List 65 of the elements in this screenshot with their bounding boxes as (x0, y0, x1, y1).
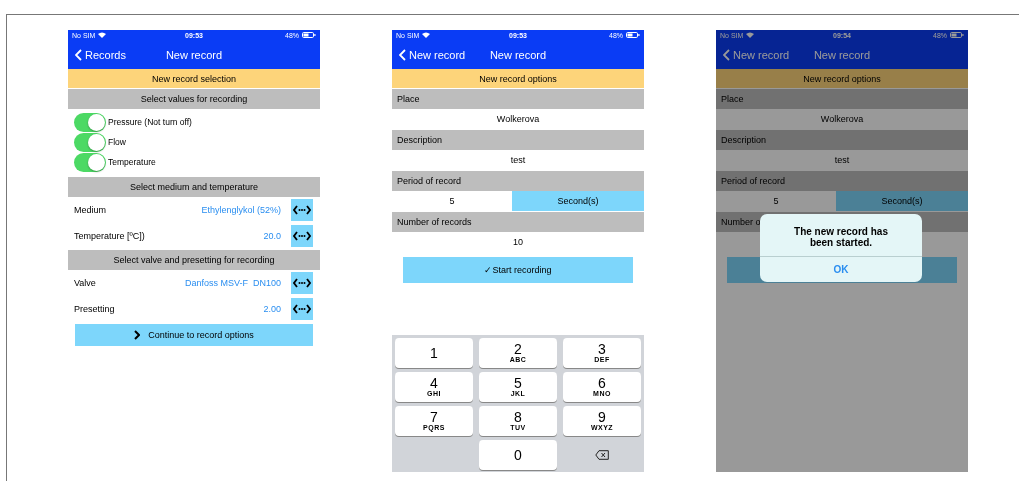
screen-title: New record (813, 48, 871, 61)
toggle-label: Pressure (Not turn off) (108, 117, 192, 127)
keypad-key[interactable]: 1 (395, 338, 473, 368)
picker-button[interactable] (291, 298, 313, 320)
back-button[interactable]: Records (68, 48, 126, 61)
battery-icon (302, 32, 316, 38)
unit-button[interactable]: Second(s) (512, 191, 644, 211)
back-button[interactable]: New record (716, 48, 790, 61)
field-label: Period of record (716, 171, 968, 191)
row-label: Medium (74, 205, 107, 215)
input-field[interactable]: test (716, 150, 968, 170)
row-label: Valve (74, 278, 97, 288)
input-field[interactable]: 10 (392, 232, 644, 252)
keypad-key[interactable]: 0 (479, 440, 557, 470)
input-field[interactable]: Wolkerova (392, 109, 644, 129)
field-label: Place (716, 89, 968, 109)
input-field[interactable]: 5 (716, 191, 836, 211)
row-value: 2.00 (263, 304, 281, 314)
section-banner: New record options (716, 69, 968, 88)
chevron-left-icon (723, 48, 730, 61)
section-banner: New record selection (68, 69, 320, 88)
arrows-dots-icon (293, 278, 311, 288)
toggle-switch[interactable] (74, 112, 106, 132)
field-label: Place (392, 89, 644, 109)
wifi-icon (98, 32, 107, 38)
row-label: Temperature [ºC]) (74, 231, 146, 241)
input-field[interactable]: 5 (392, 191, 512, 211)
wifi-icon (422, 32, 431, 38)
section-header: Select medium and temperature (68, 177, 320, 197)
field-label: Period of record (392, 171, 644, 191)
toggle-switch[interactable] (74, 152, 106, 172)
picker-button[interactable] (291, 199, 313, 221)
screen-title: New record (489, 48, 547, 61)
input-field[interactable]: Wolkerova (716, 109, 968, 129)
back-button[interactable]: New record (392, 48, 466, 61)
row-label: Presetting (74, 304, 116, 314)
wifi-icon (746, 32, 755, 38)
picker-button[interactable] (291, 225, 313, 247)
input-field[interactable]: test (392, 150, 644, 170)
toggle-switch[interactable] (74, 132, 106, 152)
section-banner: New record options (392, 69, 644, 88)
toggle-label: Temperature (108, 157, 156, 167)
backspace-icon (595, 450, 609, 460)
arrows-dots-icon (293, 304, 311, 314)
row-value: Ethylenglykol (52%) (201, 205, 281, 215)
battery-icon (626, 32, 640, 38)
chevron-right-icon (134, 330, 141, 340)
picker-button[interactable] (291, 272, 313, 294)
arrows-dots-icon (293, 205, 311, 215)
chevron-left-icon (75, 48, 82, 61)
battery-icon (950, 32, 964, 38)
field-label: Number of records (392, 212, 644, 232)
arrows-dots-icon (293, 231, 311, 241)
toggle-label: Flow (108, 137, 126, 147)
field-label: Description (716, 130, 968, 150)
row-value: 20.0 (263, 231, 281, 241)
continue-button[interactable]: Continue to record options (75, 324, 313, 346)
screen-title: New record (165, 48, 223, 61)
row-value: Danfoss MSV-F DN100 (184, 278, 281, 288)
field-label: Description (392, 130, 644, 150)
start-button[interactable]: ✓Start recording (403, 257, 633, 283)
section-header: Select values for recording (68, 89, 320, 109)
section-header: Select valve and presetting for recording (68, 250, 320, 270)
unit-button[interactable]: Second(s) (836, 191, 968, 211)
chevron-left-icon (399, 48, 406, 61)
